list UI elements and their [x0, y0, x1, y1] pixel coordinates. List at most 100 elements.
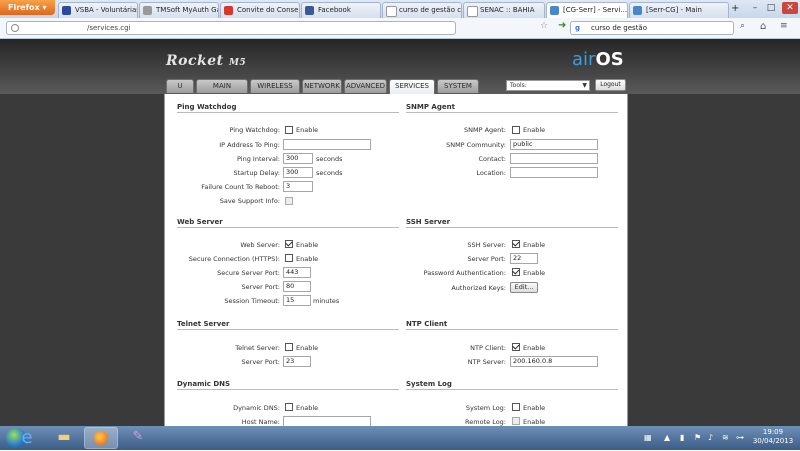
close-icon[interactable]: ✕ [782, 2, 798, 14]
session-timeout-label: Session Timeout: [224, 297, 280, 305]
search-input[interactable]: g curso de gestão [570, 21, 734, 35]
section-title-ntp-client: NTP Client [406, 320, 448, 328]
home-icon[interactable]: ⌂ [760, 21, 766, 32]
snmp-contact-input[interactable] [510, 153, 598, 164]
tab-label: MAIN [212, 82, 232, 90]
ntp-server-input[interactable]: 200.160.0.8 [510, 356, 598, 367]
web-server-port-label: Server Port: [241, 283, 280, 291]
ping-watchdog-checkbox[interactable] [285, 126, 293, 134]
keyboard-layout-icon[interactable]: ▦ [644, 433, 652, 442]
network-icon[interactable]: ▮ [680, 433, 684, 442]
tab-advanced[interactable]: ADVANCED [344, 79, 387, 93]
dynamic-dns-enable-text: Enable [296, 404, 319, 412]
save-support-info-checkbox[interactable] [285, 197, 293, 205]
flag-icon[interactable]: ⚑ [694, 433, 701, 442]
system-log-checkbox[interactable] [512, 403, 520, 411]
firefox-menu-label: Firefox [8, 3, 40, 12]
ntp-client-checkbox[interactable] [512, 343, 520, 351]
host-name-input[interactable] [283, 416, 371, 426]
browser-tab[interactable]: [Serr-CG] - Main [629, 2, 729, 18]
ubnt-favicon-icon [550, 6, 559, 15]
startup-delay-input[interactable]: 300 [283, 167, 313, 178]
tab-system[interactable]: SYSTEM [437, 79, 479, 93]
go-arrow-icon[interactable]: ➜ [558, 20, 566, 31]
logo-product: Rocket [166, 53, 224, 69]
browser-tab[interactable]: SENAC :: BAHIA [463, 2, 545, 18]
https-checkbox[interactable] [285, 254, 293, 262]
authorized-keys-label: Authorized Keys: [451, 284, 506, 292]
snmp-agent-checkbox[interactable] [512, 126, 520, 134]
bookmark-star-icon[interactable]: ☆ [540, 21, 548, 31]
pci-favicon-icon [62, 6, 71, 15]
ssh-server-checkbox[interactable] [512, 240, 520, 248]
firefox-menu-button[interactable]: Firefox ▾ [0, 0, 55, 15]
web-server-port-input[interactable]: 80 [283, 281, 311, 292]
show-hidden-icons-icon[interactable]: ▲ [664, 433, 670, 442]
section-divider [177, 329, 399, 330]
taskbar-clock[interactable]: 19:09 30/04/2013 [750, 428, 796, 446]
ping-interval-input[interactable]: 300 [283, 153, 313, 164]
browser-tab[interactable]: TMSoft MyAuth Ga... [139, 2, 219, 18]
ip-to-ping-label: IP Address To Ping: [219, 141, 280, 149]
logout-button[interactable]: Logout [595, 79, 626, 91]
tab-wireless[interactable]: WIRELESS [250, 79, 300, 93]
telnet-server-enable-text: Enable [296, 344, 319, 352]
file-explorer-icon[interactable]: ▬ [47, 427, 81, 449]
failure-count-label: Failure Count To Reboot: [201, 183, 280, 191]
maximize-icon[interactable]: □ [764, 2, 778, 14]
bookmarks-menu-icon[interactable]: ≡ [780, 21, 788, 31]
ssh-port-input[interactable]: 22 [510, 253, 538, 264]
session-timeout-input[interactable]: 15 [283, 295, 311, 306]
new-tab-button[interactable]: + [731, 3, 739, 15]
startup-delay-label: Startup Delay: [233, 169, 280, 177]
snmp-location-input[interactable] [510, 167, 598, 178]
telnet-server-checkbox[interactable] [285, 343, 293, 351]
web-server-checkbox[interactable] [285, 240, 293, 248]
tab-label: ADVANCED [345, 82, 386, 90]
dynamic-dns-checkbox[interactable] [285, 403, 293, 411]
section-divider [177, 112, 399, 113]
remote-log-checkbox[interactable] [512, 417, 520, 425]
tools-dropdown-value: Tools: [510, 82, 527, 89]
firefox-taskbar-icon[interactable] [84, 427, 118, 449]
tab-network[interactable]: NETWORK [302, 79, 342, 93]
browser-tab[interactable]: Convite do Consel... [220, 2, 300, 18]
section-divider [406, 389, 618, 390]
browser-tab-label: curso de gestão co... [399, 6, 462, 14]
tools-dropdown[interactable]: Tools: ▼ [506, 80, 590, 91]
paint-app-icon[interactable]: ✎ [121, 427, 155, 449]
browser-tab[interactable]: Facebook [301, 2, 381, 18]
usb-icon[interactable]: ⊶ [736, 433, 744, 442]
browser-tab-label: TMSoft MyAuth Ga... [156, 6, 218, 14]
password-auth-checkbox[interactable] [512, 268, 520, 276]
section-title-web-server: Web Server [177, 218, 223, 226]
tmsoft-favicon-icon [143, 6, 152, 15]
ubnt-logo-tab[interactable]: U [166, 79, 194, 93]
browser-tab[interactable]: VSBA - Voluntárias ... [58, 2, 138, 18]
site-identity-icon [11, 24, 19, 32]
url-bar[interactable]: /services.cgi [6, 21, 456, 35]
remote-log-label: Remote Log: [465, 418, 506, 426]
search-icon[interactable]: ⌕ [740, 21, 745, 31]
ip-to-ping-input[interactable] [283, 139, 371, 150]
failure-count-input[interactable]: 3 [283, 181, 313, 192]
browser-tab-active[interactable]: [CG-Serr] - Servi... [546, 2, 628, 18]
airos-logo-air: air [572, 49, 596, 70]
volume-icon[interactable]: ♪ [708, 433, 713, 442]
secure-port-input[interactable]: 443 [283, 267, 311, 278]
internet-explorer-icon[interactable]: e [10, 427, 44, 449]
device-header: Rocket M5 airOS U MAIN WIRELESS NETWORK … [0, 39, 800, 94]
telnet-port-input[interactable]: 23 [283, 356, 311, 367]
edit-keys-button[interactable]: Edit... [510, 282, 538, 293]
section-title-dynamic-dns: Dynamic DNS [177, 380, 231, 388]
tab-services[interactable]: SERVICES [389, 79, 435, 94]
browser-tab[interactable]: curso de gestão co... [382, 2, 462, 18]
snmp-community-input[interactable]: public [510, 139, 598, 150]
wireless-icon[interactable]: ≋ [722, 433, 729, 442]
tab-label: NETWORK [304, 82, 340, 90]
tab-main[interactable]: MAIN [196, 79, 248, 93]
browser-tab-label: VSBA - Voluntárias ... [75, 6, 138, 14]
section-title-snmp-agent: SNMP Agent [406, 103, 455, 111]
minimize-icon[interactable]: – [748, 2, 762, 14]
ntp-client-label: NTP Client: [470, 344, 506, 352]
